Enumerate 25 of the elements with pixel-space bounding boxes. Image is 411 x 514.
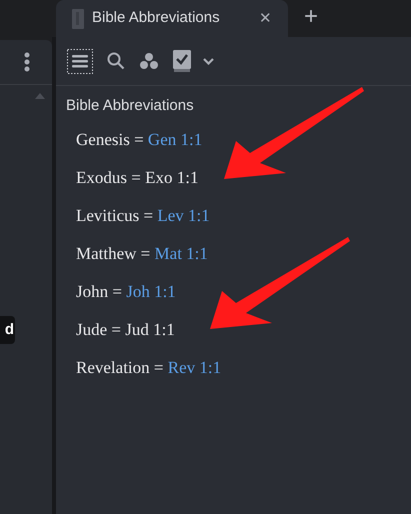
abbreviation-entry: Leviticus = Lev 1:1 xyxy=(76,204,210,226)
verse-link[interactable]: Lev 1:1 xyxy=(157,206,210,224)
verse-link[interactable]: Rev 1:1 xyxy=(168,358,222,376)
three-circles-icon[interactable] xyxy=(139,52,159,70)
verse-link[interactable]: Mat 1:1 xyxy=(154,244,208,262)
outline-icon[interactable] xyxy=(67,48,93,74)
verse-link[interactable]: Joh 1:1 xyxy=(126,282,176,300)
abbreviation-entry: Exodus = Exo 1:1 xyxy=(76,166,198,188)
chevron-down-icon[interactable] xyxy=(203,58,214,64)
tooltip-badge: d xyxy=(0,316,15,344)
more-icon[interactable] xyxy=(24,52,30,72)
search-icon[interactable] xyxy=(107,52,125,70)
book-icon xyxy=(72,8,84,28)
tab-title: Bible Abbreviations xyxy=(92,8,221,28)
panel-heading: Bible Abbreviations xyxy=(66,96,195,116)
abbreviation-entry: John = Joh 1:1 xyxy=(76,280,176,302)
verse-link[interactable]: Gen 1:1 xyxy=(148,130,202,148)
document-tab[interactable]: Bible Abbreviations ✕ xyxy=(56,0,288,37)
book-check-icon[interactable] xyxy=(173,50,191,72)
new-tab-button[interactable]: + xyxy=(304,5,318,29)
abbreviation-entry: Jude = Jud 1:1 xyxy=(76,318,175,340)
close-button[interactable]: ✕ xyxy=(259,11,272,26)
abbreviation-entry: Revelation = Rev 1:1 xyxy=(76,356,222,378)
abbreviation-entry: Genesis = Gen 1:1 xyxy=(76,128,202,150)
abbreviation-entry: Matthew = Mat 1:1 xyxy=(76,242,208,264)
